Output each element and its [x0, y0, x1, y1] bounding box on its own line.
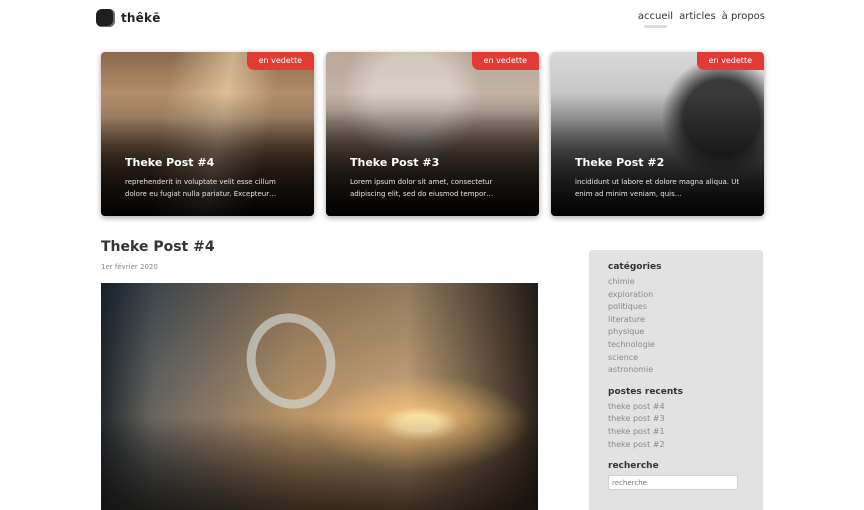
category-link[interactable]: technologie	[608, 339, 744, 352]
post-title: Theke Post #4	[101, 239, 215, 255]
recent-post-link[interactable]: theke post #2	[608, 439, 744, 452]
category-link[interactable]: literature	[608, 314, 744, 327]
featured-card-excerpt: incididunt ut labore et dolore magna ali…	[575, 178, 740, 198]
sidebar: catégories chimie exploration politiques…	[589, 250, 763, 510]
category-link[interactable]: chimie	[608, 276, 744, 289]
nav-articles[interactable]: articles	[679, 11, 716, 26]
logo-icon	[96, 9, 115, 27]
recent-post-link[interactable]: theke post #3	[608, 413, 744, 426]
main-nav: accueil articles à propos	[638, 11, 765, 28]
category-link[interactable]: exploration	[608, 289, 744, 302]
logo-text: thêkē	[121, 11, 161, 25]
recent-posts-heading: postes recents	[608, 386, 683, 397]
featured-card-title: Theke Post #3	[350, 156, 440, 169]
category-link[interactable]: science	[608, 352, 744, 365]
featured-badge: en vedette	[471, 52, 539, 70]
category-link[interactable]: astronomie	[608, 364, 744, 377]
search-input[interactable]	[608, 475, 738, 491]
site-logo[interactable]: thêkē	[96, 9, 161, 27]
featured-card-excerpt: Lorem ipsum dolor sit amet, consectetur …	[350, 178, 494, 198]
search-heading: recherche	[608, 461, 659, 472]
featured-badge: en vedette	[246, 52, 314, 70]
nav-accueil[interactable]: accueil	[638, 11, 673, 28]
recent-post-link[interactable]: theke post #4	[608, 401, 744, 414]
featured-card-title: Theke Post #2	[575, 156, 665, 169]
nav-a-propos[interactable]: à propos	[722, 11, 765, 26]
featured-card[interactable]: en vedette Theke Post #3 Lorem ipsum dol…	[326, 52, 539, 216]
featured-posts: en vedette Theke Post #4 reprehenderit i…	[101, 52, 764, 216]
post-date: 1er février 2020	[101, 263, 158, 271]
categories-list: chimie exploration politiques literature…	[608, 276, 744, 377]
categories-heading: catégories	[608, 262, 662, 272]
post-hero-image	[101, 283, 538, 510]
featured-card-excerpt: reprehenderit in voluptate velit esse ci…	[125, 178, 277, 198]
featured-card[interactable]: en vedette Theke Post #2 incididunt ut l…	[551, 52, 764, 216]
category-link[interactable]: physique	[608, 326, 744, 339]
featured-card-title: Theke Post #4	[125, 156, 215, 169]
recent-post-link[interactable]: theke post #1	[608, 426, 744, 439]
featured-card[interactable]: en vedette Theke Post #4 reprehenderit i…	[101, 52, 314, 216]
featured-badge: en vedette	[696, 52, 764, 70]
site-header: thêkē accueil articles à propos	[0, 0, 864, 40]
category-link[interactable]: politiques	[608, 301, 744, 314]
recent-posts-list: theke post #4 theke post #3 theke post #…	[608, 401, 744, 451]
